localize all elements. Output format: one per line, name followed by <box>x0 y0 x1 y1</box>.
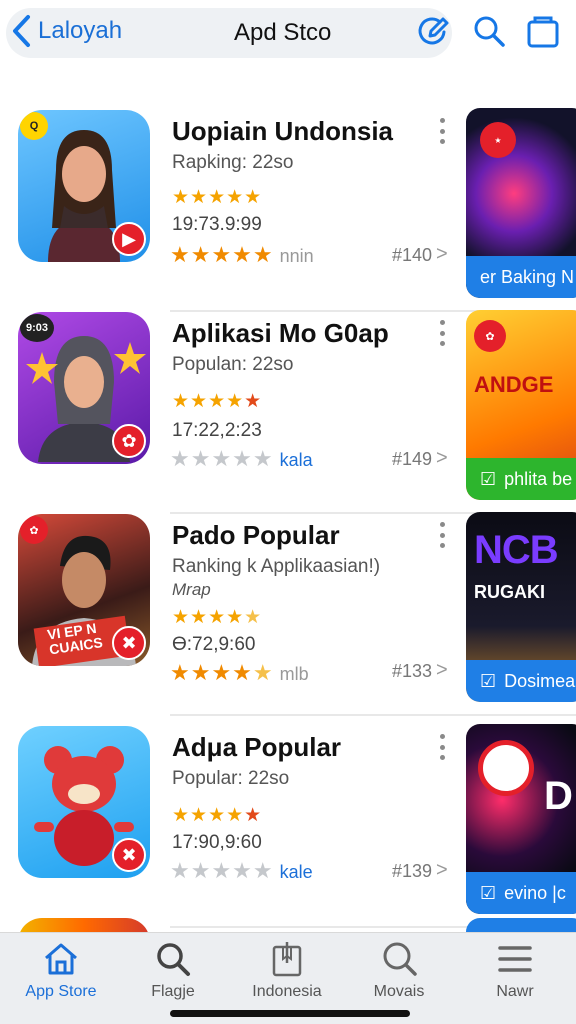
app-date: 19:73.9:99 <box>172 214 262 235</box>
rating-stars: ★★★★★ <box>172 391 263 412</box>
app-badge-icon: ▶ <box>112 222 146 256</box>
app-screenshot-thumbnail[interactable]: D ☑ evino |c <box>466 724 576 914</box>
page-title: Apd Stco <box>234 19 332 46</box>
app-screenshot-thumbnail[interactable]: ★ er Baking N <box>466 108 576 298</box>
rating-stars-secondary: ★★★★★ nnin <box>170 242 314 267</box>
chevron-right-icon[interactable]: > <box>436 659 448 682</box>
tab-label: Nawr <box>496 983 534 1000</box>
app-name[interactable]: Pado Popular <box>172 520 340 551</box>
search-icon[interactable] <box>472 14 506 48</box>
chevron-right-icon[interactable]: > <box>436 447 448 470</box>
more-options-icon[interactable] <box>436 734 448 760</box>
check-icon: ☑ <box>480 882 497 903</box>
thumb-title: D <box>544 774 573 818</box>
home-indicator <box>170 1010 410 1017</box>
app-subtitle: Popular: 22so <box>172 768 290 789</box>
thumb-label: Dosimea <box>504 670 576 691</box>
rating-label: mlb <box>279 664 309 684</box>
thumb-label: phlita be <box>504 468 573 489</box>
app-screenshot-thumbnail[interactable]: NCB RUGAKI ☑ Dosimea <box>466 512 576 702</box>
thumb-title: ANDGE <box>474 372 554 397</box>
rating-stars-secondary: ★★★★★ kala <box>170 446 313 471</box>
menu-icon <box>498 946 532 972</box>
app-subtitle: Ranking k Applikaasian!) <box>172 556 381 577</box>
check-icon: ☑ <box>480 670 497 691</box>
tab-nawr[interactable]: Nawr <box>460 939 570 1001</box>
search-icon <box>157 943 190 976</box>
back-button[interactable]: Laloyah <box>10 14 122 48</box>
app-badge-icon: ✖ <box>112 626 146 660</box>
thumb-label: evino |c <box>504 882 566 903</box>
chevron-left-icon <box>13 15 30 47</box>
app-date: Ɵ:72,9:60 <box>172 634 256 655</box>
thumb-badge-icon: ★ <box>480 122 516 158</box>
app-icon[interactable]: ✖ <box>18 726 150 878</box>
thumb-logo-icon <box>478 740 534 796</box>
rating-label: nnin <box>279 246 314 266</box>
tab-label: Indonesia <box>252 983 322 1000</box>
navigation-bar: Laloyah Apd Stco <box>0 0 576 70</box>
house-icon <box>45 943 77 975</box>
rank-label: #139 <box>392 861 433 881</box>
app-row[interactable]: ✿ VI EP N CUAICS ✖ Pado Popular Ranking … <box>0 504 576 716</box>
app-date: 17:22,2:23 <box>172 420 262 441</box>
tab-indonesia[interactable]: Indonesia <box>232 939 342 1001</box>
app-badge-icon: ✖ <box>112 838 146 872</box>
app-icon[interactable]: 9:03 ✿ <box>18 312 150 464</box>
rank-label: #149 <box>392 449 433 469</box>
rating-stars: ★★★★★ <box>172 805 263 826</box>
app-name[interactable]: Adμa Popular <box>172 732 341 763</box>
chevron-right-icon[interactable]: > <box>436 859 448 882</box>
chevron-right-icon[interactable]: > <box>436 243 448 266</box>
more-options-icon[interactable] <box>436 118 448 144</box>
bookmark-icon <box>272 942 302 977</box>
app-subtitle: Populan: 22so <box>172 354 294 375</box>
pages-icon[interactable] <box>526 14 560 48</box>
tab-label: App Store <box>25 983 97 1000</box>
thumb-bar: er Baking N <box>466 256 576 298</box>
app-name[interactable]: Aplikasi Mo G0ap <box>172 318 389 349</box>
app-subtitle: Rapking: 22so <box>172 152 294 173</box>
app-date: 17:90,9:60 <box>172 832 262 853</box>
rating-label: kala <box>279 450 313 470</box>
check-icon: ☑ <box>480 468 497 489</box>
app-row[interactable]: Q ▶ Uopiain Undonsia Rapking: 22so ★★★★★… <box>0 100 576 312</box>
thumb-bar: ☑ phlita be <box>466 458 576 500</box>
more-options-icon[interactable] <box>436 320 448 346</box>
app-row[interactable]: ✖ Adμa Popular Popular: 22so ★★★★★ 17:90… <box>0 716 576 928</box>
rank-label: #133 <box>392 661 433 681</box>
app-icon[interactable]: Q ▶ <box>18 110 150 262</box>
tab-flagje[interactable]: Flagje <box>118 939 228 1001</box>
search-icon <box>383 942 417 976</box>
app-name[interactable]: Uopiain Undonsia <box>172 116 393 147</box>
app-screenshot-thumbnail[interactable]: ✿ ANDGE ☑ phlita be <box>466 310 576 500</box>
rank-label: #140 <box>392 245 433 265</box>
rating-stars-secondary: ★★★★★ mlb <box>170 660 309 685</box>
badge-icon: ✿ <box>20 516 48 544</box>
thumb-subtitle: RUGAKI <box>474 582 545 602</box>
thumb-bar: ☑ Dosimea <box>466 660 576 702</box>
edit-icon[interactable] <box>416 14 450 48</box>
badge-icon: 9:03 <box>20 314 54 342</box>
tab-movais[interactable]: Movais <box>344 939 454 1001</box>
rating-stars: ★★★★★ <box>172 187 263 208</box>
rating-stars-secondary: ★★★★★ kale <box>170 858 313 883</box>
app-subtitle-2: Mrap <box>172 580 211 599</box>
badge-icon: Q <box>20 112 48 140</box>
app-row[interactable]: 9:03 ✿ Aplikasi Mo G0ap Populan: 22so ★★… <box>0 302 576 514</box>
thumb-badge-icon: ✿ <box>474 320 506 352</box>
more-options-icon[interactable] <box>436 522 448 548</box>
app-badge-icon: ✿ <box>112 424 146 458</box>
back-label: Laloyah <box>38 17 123 44</box>
rating-label: kale <box>279 862 313 882</box>
tab-app-store[interactable]: App Store <box>6 939 116 1001</box>
thumb-title: NCB <box>474 528 559 572</box>
tab-label: Flagje <box>151 983 195 1000</box>
tab-label: Movais <box>373 983 425 1000</box>
rating-stars: ★★★★★ <box>172 607 263 628</box>
app-icon[interactable]: ✿ VI EP N CUAICS ✖ <box>18 514 150 666</box>
thumb-bar: ☑ evino |c <box>466 872 576 914</box>
